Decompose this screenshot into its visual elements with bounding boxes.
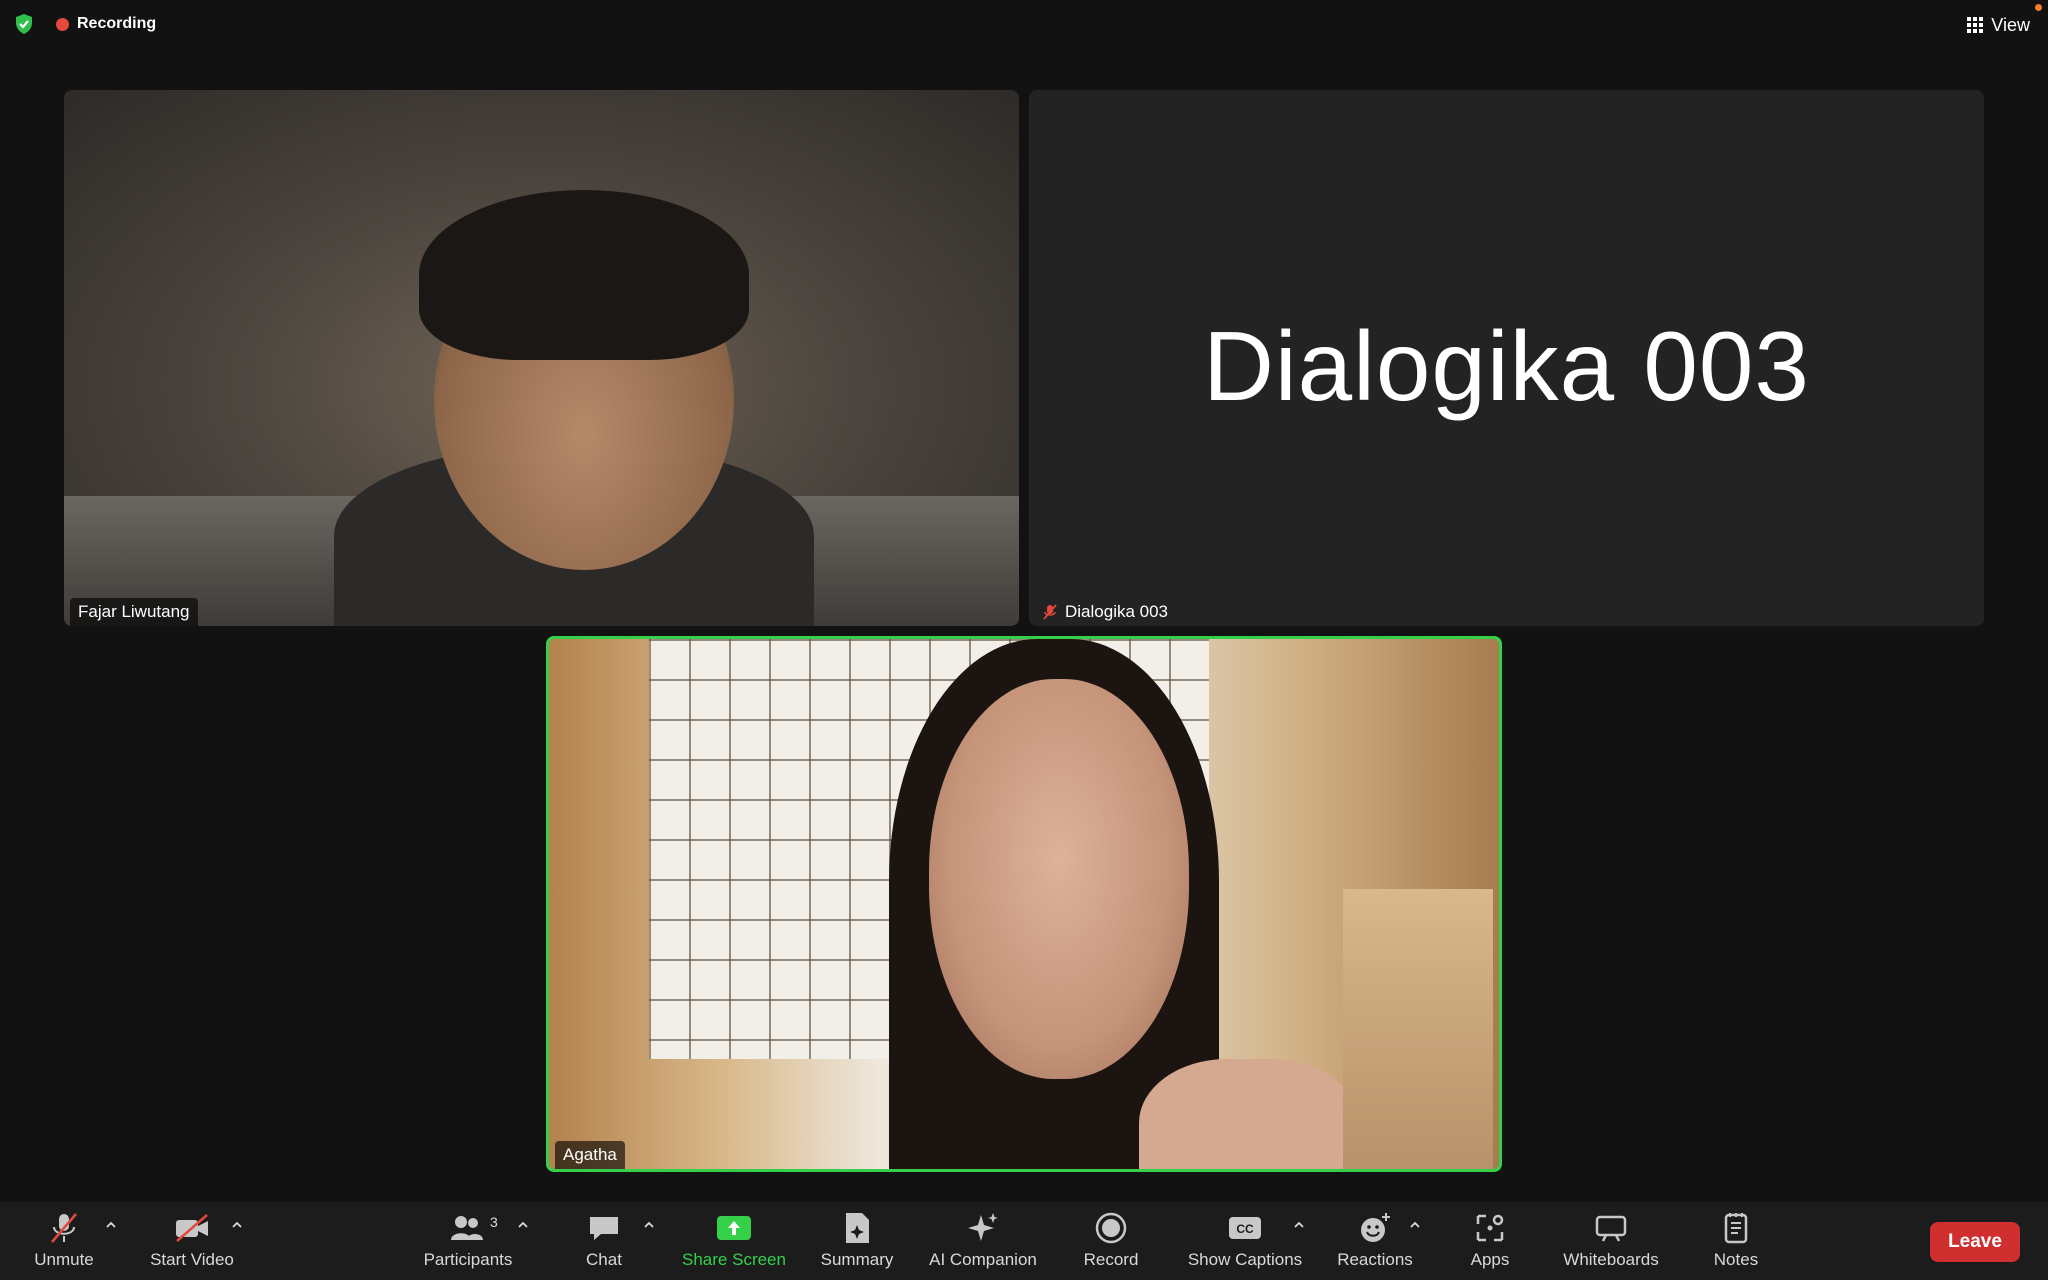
participants-button[interactable]: Participants xyxy=(418,1210,518,1274)
reactions-button[interactable]: Reactions xyxy=(1332,1210,1418,1274)
video-feed-hand xyxy=(1139,1059,1359,1169)
notes-label: Notes xyxy=(1713,1250,1759,1269)
participant-name: Fajar Liwutang xyxy=(78,602,190,621)
video-tile-fajar[interactable]: Fajar Liwutang xyxy=(64,90,1019,626)
muted-mic-icon xyxy=(44,1210,84,1246)
chat-button[interactable]: Chat xyxy=(578,1210,630,1274)
participants-options-chevron-icon[interactable] xyxy=(516,1218,530,1232)
svg-text:CC: CC xyxy=(1236,1222,1254,1236)
participant-name: Dialogika 003 xyxy=(1065,602,1169,621)
share-screen-label: Share Screen xyxy=(682,1250,786,1269)
grid-icon xyxy=(1967,17,1984,33)
record-label: Record xyxy=(1083,1250,1139,1269)
view-label: View xyxy=(1991,14,2030,35)
chat-label: Chat xyxy=(586,1250,622,1269)
video-tile-dialogika[interactable]: Dialogika 003 Dialogika 003 xyxy=(1029,90,1984,626)
muted-mic-icon xyxy=(1043,604,1057,620)
captions-options-chevron-icon[interactable] xyxy=(1292,1218,1306,1232)
notes-icon xyxy=(1716,1210,1756,1246)
participant-display-name: Dialogika 003 xyxy=(1203,311,1810,421)
whiteboards-button[interactable]: Whiteboards xyxy=(1554,1210,1668,1274)
summary-icon xyxy=(837,1210,877,1246)
reactions-label: Reactions xyxy=(1337,1250,1413,1269)
share-screen-button[interactable]: Share Screen xyxy=(676,1210,792,1274)
participant-name-tag: Dialogika 003 xyxy=(1033,598,1176,626)
view-button[interactable]: View xyxy=(1967,12,2030,38)
share-screen-icon xyxy=(714,1210,754,1246)
recording-indicator[interactable]: Recording xyxy=(56,14,156,34)
reactions-options-chevron-icon[interactable] xyxy=(1408,1218,1422,1232)
record-button[interactable]: Record xyxy=(1076,1210,1146,1274)
whiteboards-label: Whiteboards xyxy=(1563,1250,1659,1269)
show-captions-label: Show Captions xyxy=(1187,1250,1303,1269)
video-tile-agatha[interactable]: Agatha xyxy=(546,636,1502,1172)
leave-button[interactable]: Leave xyxy=(1930,1222,2020,1262)
notification-dot-icon xyxy=(2035,4,2042,11)
participants-icon xyxy=(448,1210,488,1246)
participants-label: Participants xyxy=(423,1250,513,1269)
video-options-chevron-icon[interactable] xyxy=(230,1218,244,1232)
participants-count: 3 xyxy=(490,1214,498,1230)
meeting-toolbar: Unmute Start Video Participants 3 Chat S… xyxy=(0,1202,2048,1280)
audio-options-chevron-icon[interactable] xyxy=(104,1218,118,1232)
recording-dot-icon xyxy=(56,17,69,31)
video-feed-face xyxy=(929,679,1189,1079)
security-shield-icon[interactable] xyxy=(12,12,36,36)
unmute-button[interactable]: Unmute xyxy=(28,1210,100,1274)
unmute-label: Unmute xyxy=(34,1250,94,1269)
captions-icon: CC xyxy=(1225,1210,1265,1246)
sparkle-icon xyxy=(963,1210,1003,1246)
video-feed-cabinet xyxy=(1343,889,1493,1169)
apps-icon xyxy=(1470,1210,1510,1246)
participant-name: Agatha xyxy=(563,1145,617,1164)
video-feed-hair xyxy=(419,190,749,360)
video-off-icon xyxy=(172,1210,212,1246)
ai-companion-label: AI Companion xyxy=(929,1250,1037,1269)
notes-button[interactable]: Notes xyxy=(1708,1210,1764,1274)
chat-icon xyxy=(584,1210,624,1246)
whiteboard-icon xyxy=(1591,1210,1631,1246)
summary-button[interactable]: Summary xyxy=(810,1210,904,1274)
recording-label: Recording xyxy=(77,15,157,32)
reactions-icon xyxy=(1355,1210,1395,1246)
show-captions-button[interactable]: CC Show Captions xyxy=(1182,1210,1308,1274)
ai-companion-button[interactable]: AI Companion xyxy=(920,1210,1046,1274)
participant-name-tag: Fajar Liwutang xyxy=(70,598,198,626)
top-bar: Recording View xyxy=(0,0,2048,48)
apps-button[interactable]: Apps xyxy=(1464,1210,1516,1274)
participant-name-tag: Agatha xyxy=(555,1141,625,1169)
chat-options-chevron-icon[interactable] xyxy=(642,1218,656,1232)
record-icon xyxy=(1091,1210,1131,1246)
start-video-label: Start Video xyxy=(150,1250,234,1269)
start-video-button[interactable]: Start Video xyxy=(146,1210,238,1274)
apps-label: Apps xyxy=(1470,1250,1510,1269)
summary-label: Summary xyxy=(820,1250,894,1269)
